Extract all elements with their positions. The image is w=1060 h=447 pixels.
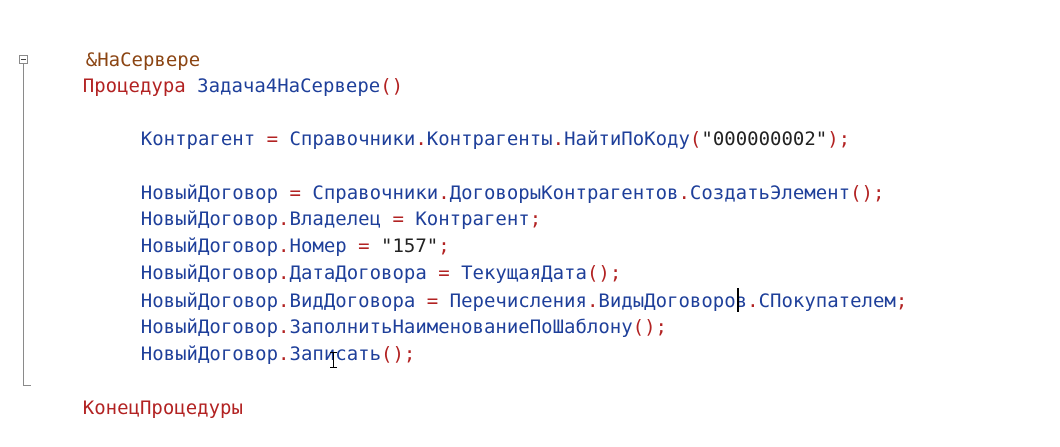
paren-semicolon: (); — [632, 316, 667, 338]
code-line-directive[interactable]: &НаСервере — [40, 21, 200, 71]
code-line-4[interactable]: НовыйДоговор.Номер = "157"; — [95, 207, 450, 257]
mouse-ibeam-cursor-icon — [330, 352, 338, 368]
code-line-7[interactable]: НовыйДоговор.ЗаполнитьНаименованиеПоШабл… — [95, 288, 667, 338]
dot: . — [552, 128, 565, 150]
variable: Контрагент — [140, 128, 256, 150]
method: НайтиПоКоду — [564, 128, 690, 150]
code-line-6[interactable]: НовыйДоговор.ВидДоговора = Перечисления.… — [95, 262, 908, 312]
paren-semicolon: (); — [850, 182, 885, 204]
code-line-8[interactable]: НовыйДоговор.Записать(); — [95, 315, 416, 365]
end-procedure-keyword: КонецПроцедуры — [82, 397, 243, 419]
code-line-procedure-header[interactable]: Процедура Задача4НаСервере() — [37, 47, 403, 97]
code-line-procedure-end[interactable]: КонецПроцедуры — [37, 369, 243, 419]
semicolon: ; — [529, 208, 542, 230]
code-editor[interactable]: &НаСервере Процедура Задача4НаСервере() … — [0, 0, 1060, 419]
text-caret — [737, 288, 739, 312]
code-line-1[interactable]: Контрагент = Справочники.Контрагенты.Най… — [95, 100, 850, 150]
dot: . — [278, 343, 290, 365]
paren: ( — [689, 128, 702, 150]
procedure-parens: () — [380, 75, 404, 97]
dot: . — [678, 182, 690, 204]
object: Справочники — [289, 128, 416, 150]
string-literal: "000000002" — [701, 128, 828, 150]
fold-guide-line — [23, 64, 24, 386]
code-line-3[interactable]: НовыйДоговор.Владелец = Контрагент; — [95, 180, 541, 230]
semicolon: ; — [895, 290, 908, 312]
fold-guide-end — [23, 385, 31, 386]
procedure-name: Задача4НаСервере — [197, 75, 381, 97]
collapse-toggle-icon[interactable] — [19, 55, 28, 64]
procedure-keyword: Процедура — [82, 75, 186, 97]
paren-semicolon: (); — [381, 343, 416, 365]
code-line-5[interactable]: НовыйДоговор.ДатаДоговора = ТекущаяДата(… — [95, 234, 622, 284]
variable: НовыйДоговор — [140, 343, 279, 365]
operator: = — [255, 128, 290, 150]
enum-value: СПокупателем — [758, 290, 896, 312]
method: СоздатьЭлемент — [689, 182, 851, 204]
code-line-2[interactable]: НовыйДоговор = Справочники.ДоговорыКонтр… — [95, 154, 885, 204]
collection: Контрагенты — [426, 128, 553, 150]
dot: . — [747, 290, 759, 312]
dot: . — [415, 128, 427, 150]
paren-semicolon: ); — [827, 128, 851, 150]
